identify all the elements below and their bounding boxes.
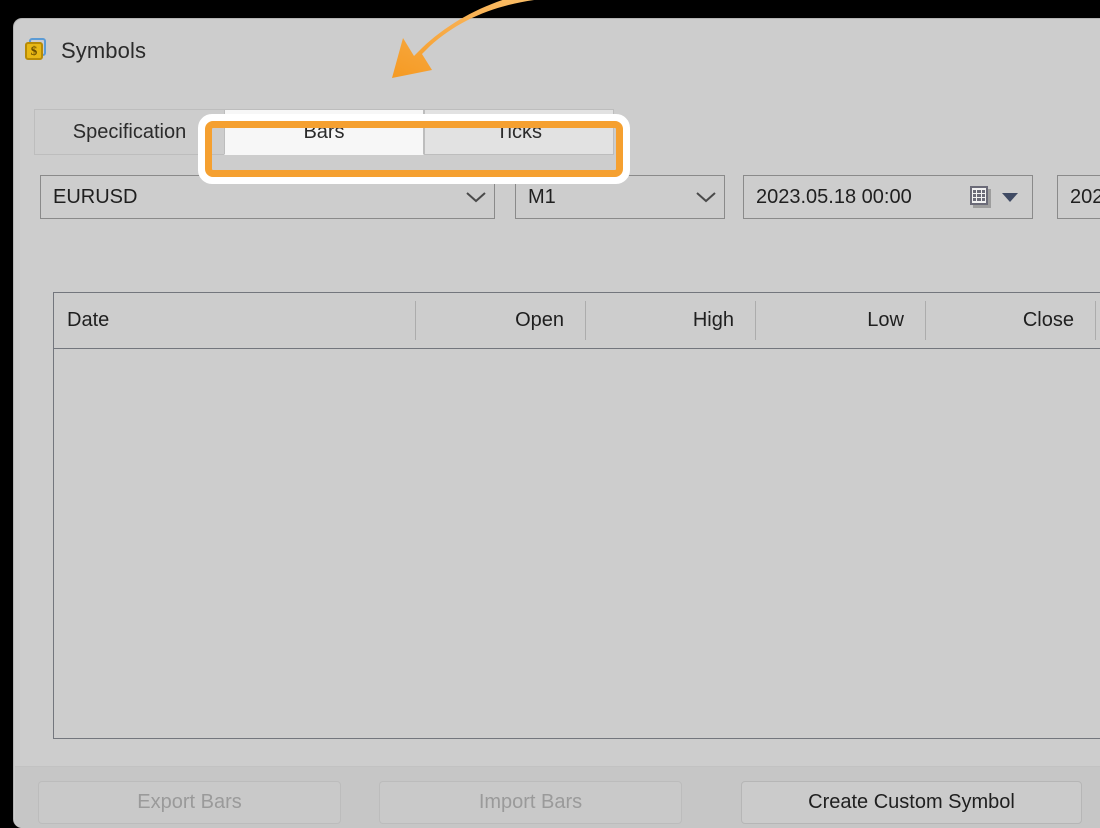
column-header-open-label: Open bbox=[515, 309, 564, 331]
column-header-open[interactable]: Open bbox=[416, 293, 586, 348]
column-divider[interactable] bbox=[1095, 301, 1096, 340]
table-body-empty[interactable] bbox=[54, 349, 1100, 738]
date-to-input[interactable]: 2023 bbox=[1057, 175, 1100, 219]
calendar-icon-grid bbox=[973, 190, 985, 201]
tab-specification[interactable]: Specification bbox=[34, 109, 224, 155]
tab-strip: Specification Bars Ticks bbox=[22, 109, 1100, 155]
import-bars-label: Import Bars bbox=[478, 791, 583, 813]
date-from-input[interactable]: 2023.05.18 00:00 bbox=[743, 175, 1033, 219]
date-to-value: 2023 bbox=[1070, 185, 1100, 208]
calendar-icon[interactable] bbox=[970, 186, 992, 208]
title-bar: $ Symbols bbox=[15, 20, 1100, 78]
export-bars-button[interactable]: Export Bars bbox=[38, 781, 341, 824]
column-header-low[interactable]: Low bbox=[756, 293, 926, 348]
page-title: Symbols bbox=[61, 38, 147, 63]
column-header-high[interactable]: High bbox=[586, 293, 756, 348]
import-bars-button[interactable]: Import Bars bbox=[379, 781, 682, 824]
table-header-row: Date Open High Low Close bbox=[54, 293, 1100, 349]
create-custom-symbol-button[interactable]: Create Custom Symbol bbox=[741, 781, 1082, 824]
tab-specification-label: Specification bbox=[72, 120, 187, 143]
chevron-down-icon bbox=[458, 176, 494, 218]
column-header-close[interactable]: Close bbox=[926, 293, 1096, 348]
footer-bar: Export Bars Import Bars Create Custom Sy… bbox=[15, 767, 1100, 828]
date-from-value: 2023.05.18 00:00 bbox=[756, 185, 912, 208]
symbols-dialog: $ Symbols Specification Bars Ticks EURUS… bbox=[13, 18, 1100, 828]
column-header-date-label: Date bbox=[67, 309, 110, 331]
tab-ticks-label: Ticks bbox=[496, 120, 542, 143]
chevron-down-icon bbox=[688, 176, 724, 218]
period-select[interactable]: M1 bbox=[515, 175, 725, 219]
symbol-select[interactable]: EURUSD bbox=[40, 175, 495, 219]
column-header-high-label: High bbox=[692, 309, 734, 331]
symbols-money-icon: $ bbox=[24, 38, 50, 64]
period-select-value: M1 bbox=[528, 185, 556, 208]
tab-bars[interactable]: Bars bbox=[224, 109, 424, 155]
symbol-select-value: EURUSD bbox=[53, 185, 138, 208]
tab-ticks[interactable]: Ticks bbox=[424, 109, 614, 155]
create-custom-symbol-label: Create Custom Symbol bbox=[808, 791, 1015, 813]
dialog-content: $ Symbols Specification Bars Ticks EURUS… bbox=[15, 20, 1100, 828]
tab-bars-label: Bars bbox=[303, 120, 345, 143]
column-header-date[interactable]: Date bbox=[54, 293, 416, 348]
bars-table: Date Open High Low Close bbox=[53, 292, 1100, 739]
triangle-down-icon[interactable] bbox=[1002, 192, 1018, 202]
icon-front-card: $ bbox=[25, 42, 43, 60]
column-header-close-label: Close bbox=[1022, 309, 1074, 331]
filter-toolbar: EURUSD M1 2023.05.18 00:00 202 bbox=[15, 175, 1100, 235]
export-bars-label: Export Bars bbox=[137, 791, 242, 813]
column-header-low-label: Low bbox=[867, 309, 904, 331]
